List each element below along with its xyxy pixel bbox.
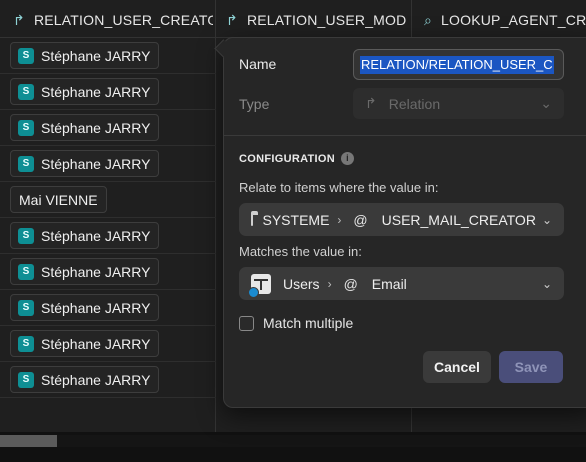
column-header-relation-user-creator[interactable]: ↱ RELATION_USER_CREATOR: [13, 3, 213, 37]
user-chip[interactable]: S Stéphane JARRY: [10, 42, 160, 69]
field-config-popover: Name RELATION/RELATION_USER_C Type ↱ Rel…: [223, 37, 586, 408]
type-value: Relation: [388, 95, 441, 112]
avatar: S: [18, 263, 34, 280]
user-name: Stéphane JARRY: [41, 227, 151, 244]
matches-field-select[interactable]: Users › @ Email ⌄: [239, 267, 564, 300]
at-icon: @: [353, 211, 368, 228]
user-name: Stéphane JARRY: [41, 155, 151, 172]
type-label: Type: [239, 96, 270, 112]
grid-rows: S Stéphane JARRY S Stéphane JARRY S Stéphan…: [0, 38, 216, 398]
avatar: S: [18, 371, 34, 388]
user-chip[interactable]: S Stéphane JARRY: [10, 78, 160, 105]
match-multiple-row[interactable]: Match multiple: [239, 315, 353, 331]
name-label: Name: [239, 56, 277, 72]
chevron-down-icon: ⌄: [541, 212, 552, 227]
folder-icon: [251, 210, 257, 226]
badge-icon: [248, 286, 259, 298]
relation-icon: ↱: [13, 11, 25, 28]
scrollbar-track[interactable]: [0, 435, 586, 447]
app-root: ↱ RELATION_USER_CREATOR ↱ RELATION_USER_…: [0, 0, 586, 462]
user-chip[interactable]: S Stéphane JARRY: [10, 150, 160, 177]
column-title: RELATION_USER_MODIF: [246, 12, 406, 28]
user-name: Mai VIENNE: [19, 191, 98, 208]
user-chip[interactable]: S Stéphane JARRY: [10, 222, 160, 249]
match-multiple-checkbox[interactable]: [239, 315, 254, 331]
table-row[interactable]: S Stéphane JARRY: [0, 218, 216, 254]
column-title: LOOKUP_AGENT_CREA: [441, 12, 586, 28]
table-row[interactable]: S Stéphane JARRY: [0, 290, 216, 326]
user-chip[interactable]: S Stéphane JARRY: [10, 114, 160, 141]
lookup-icon: ⌕: [424, 11, 433, 28]
divider: [224, 135, 586, 136]
relate-field-select[interactable]: SYSTEME › @ USER_MAIL_CREATOR ⌄: [239, 203, 564, 236]
user-chip[interactable]: S Stéphane JARRY: [10, 258, 160, 285]
user-name: Stéphane JARRY: [41, 47, 151, 64]
user-name: Stéphane JARRY: [41, 299, 151, 316]
user-chip[interactable]: S Stéphane JARRY: [10, 366, 160, 393]
avatar: S: [18, 83, 34, 100]
save-button[interactable]: Save: [499, 351, 563, 383]
user-name: Stéphane JARRY: [41, 83, 151, 100]
at-icon: @: [343, 275, 358, 292]
user-chip[interactable]: S Stéphane JARRY: [10, 294, 160, 321]
relation-icon: ↱: [226, 11, 238, 28]
section-title: CONFIGURATION: [239, 152, 335, 165]
table-row[interactable]: S Stéphane JARRY: [0, 74, 216, 110]
scrollbar-thumb[interactable]: [0, 435, 57, 447]
avatar: S: [18, 119, 34, 136]
column-header-lookup-agent-crea[interactable]: ⌕ LOOKUP_AGENT_CREA: [424, 3, 586, 37]
table-row[interactable]: S Stéphane JARRY: [0, 254, 216, 290]
column-header-relation-user-modif[interactable]: ↱ RELATION_USER_MODIF: [226, 3, 406, 37]
table-row[interactable]: S Stéphane JARRY: [0, 326, 216, 362]
matches-label: Matches the value in:: [239, 244, 362, 259]
name-input-value: RELATION/RELATION_USER_C: [360, 56, 554, 74]
chevron-right-icon: ›: [327, 276, 332, 291]
chevron-down-icon: ⌄: [541, 276, 552, 291]
chevron-right-icon: ›: [337, 212, 342, 227]
chevron-down-icon: ⌄: [540, 95, 552, 111]
relate-table: SYSTEME: [262, 211, 330, 228]
configuration-heading: CONFIGURATION i: [239, 152, 354, 165]
user-name: Stéphane JARRY: [41, 335, 151, 352]
avatar: S: [18, 299, 34, 316]
match-multiple-label: Match multiple: [263, 315, 354, 331]
cancel-button[interactable]: Cancel: [423, 351, 491, 383]
avatar: S: [18, 335, 34, 352]
user-chip[interactable]: Mai VIENNE: [10, 186, 107, 213]
user-name: Stéphane JARRY: [41, 263, 151, 280]
table-row[interactable]: Mai VIENNE: [0, 182, 216, 218]
table-row[interactable]: S Stéphane JARRY: [0, 362, 216, 398]
table-row[interactable]: S Stéphane JARRY: [0, 38, 216, 74]
user-chip[interactable]: S Stéphane JARRY: [10, 330, 160, 357]
users-table-icon: [248, 273, 271, 298]
relation-icon: ↱: [365, 95, 377, 111]
table-row[interactable]: S Stéphane JARRY: [0, 110, 216, 146]
info-icon[interactable]: i: [340, 152, 354, 165]
user-name: Stéphane JARRY: [41, 119, 151, 136]
matches-field: Email: [371, 275, 407, 292]
avatar: S: [18, 155, 34, 172]
matches-table: Users: [283, 275, 320, 292]
user-name: Stéphane JARRY: [41, 371, 151, 388]
table-row[interactable]: S Stéphane JARRY: [0, 146, 216, 182]
avatar: S: [18, 227, 34, 244]
name-input[interactable]: RELATION/RELATION_USER_C: [353, 49, 564, 80]
type-select[interactable]: ↱ Relation ⌄: [353, 88, 564, 119]
relate-field: USER_MAIL_CREATOR: [381, 211, 536, 228]
horizontal-scrollbar[interactable]: [0, 432, 586, 462]
column-title: RELATION_USER_CREATOR: [33, 12, 213, 28]
relate-label: Relate to items where the value in:: [239, 180, 439, 195]
avatar: S: [18, 47, 34, 64]
